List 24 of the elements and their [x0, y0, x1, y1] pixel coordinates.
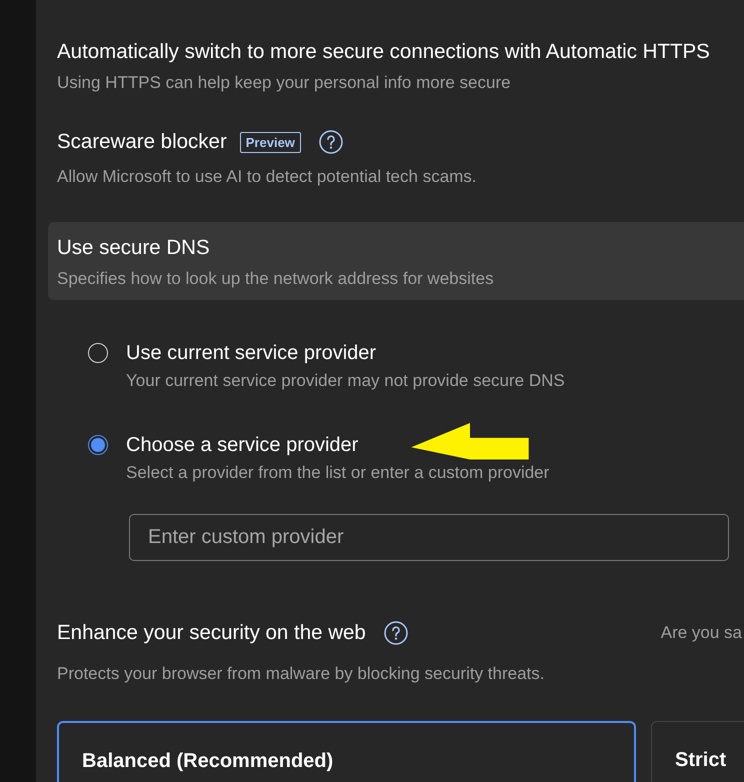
option-label: Choose a service provider	[126, 433, 360, 458]
setting-row[interactable]: Use secure DNS Specifies how to look up the network address for websites	[48, 222, 744, 300]
option-description: Select a provider from the list or enter a custom provider	[126, 462, 550, 484]
radio-button[interactable]	[88, 435, 108, 455]
option-description: Your current service provider may not provide secure DNS	[126, 370, 565, 392]
setting-description: Using HTTPS can help keep your personal info more secure	[57, 72, 512, 94]
setting-title: Scareware blocker	[57, 129, 227, 155]
mode-card[interactable]: Strict	[651, 721, 744, 782]
help-icon[interactable]	[384, 621, 408, 645]
mode-label: Balanced (Recommended)	[82, 750, 334, 772]
setting-description: Allow Microsoft to use AI to detect potential tech scams.	[57, 166, 478, 188]
side-text: Are you sa	[660, 623, 742, 643]
mode-card[interactable]: Balanced (Recommended)	[57, 721, 636, 782]
radio-button[interactable]	[88, 343, 108, 363]
mode-label: Strict	[675, 749, 726, 771]
input-field[interactable]: Enter custom provider	[129, 514, 729, 561]
setting-description: Specifies how to look up the network address for websites	[57, 268, 495, 290]
setting-title: Use secure DNS	[57, 235, 210, 261]
option-label: Use current service provider	[126, 341, 378, 366]
preview-badge: Preview	[240, 132, 301, 152]
help-icon[interactable]	[318, 130, 343, 154]
setting-title: Automatically switch to more secure connections with Automatic HTTPS	[57, 39, 710, 65]
section-description: Protects your browser from malware by blocking security threats.	[57, 663, 546, 685]
section-title: Enhance your security on the web	[57, 620, 366, 646]
